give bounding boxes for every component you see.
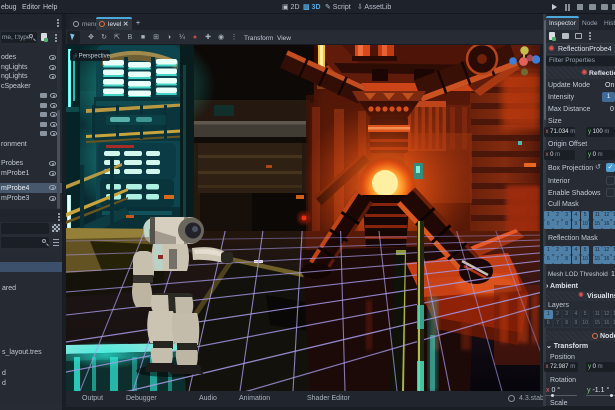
svg-text:⁝ Perspective: ⁝ Perspective bbox=[75, 54, 111, 60]
